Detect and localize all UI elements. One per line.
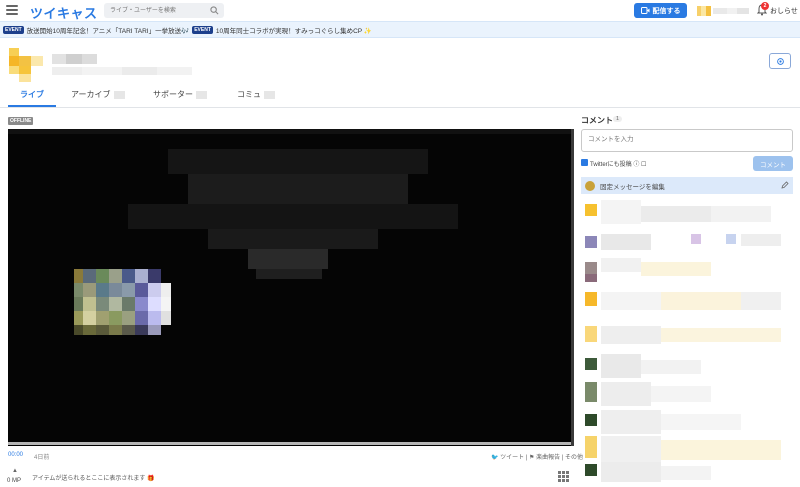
player-progress-bar[interactable] [8, 442, 571, 445]
event-tag: EVENT [3, 25, 24, 34]
site-logo[interactable]: ツイキャス [30, 3, 98, 22]
notice-link[interactable]: おしらせ [770, 6, 798, 16]
search-input[interactable] [110, 5, 206, 16]
search-box[interactable] [104, 3, 224, 18]
profile-subtitle-pixelated [52, 67, 192, 75]
tab-supporters[interactable]: サポーター [153, 89, 207, 100]
player-scrollbar[interactable] [571, 129, 574, 446]
item-grid-icon[interactable] [558, 471, 569, 482]
search-icon[interactable] [210, 6, 219, 15]
broadcast-label: 配信する [652, 7, 681, 15]
hamburger-menu-icon[interactable] [6, 5, 18, 15]
settings-button[interactable] [769, 53, 791, 69]
broadcast-date: 4日前 [34, 455, 50, 461]
comment-item-pixelated [585, 292, 781, 310]
mp-counter: 0 MP [7, 478, 22, 484]
username-pixelated [52, 54, 97, 64]
twitter-post-label: Twitterにも投稿 ⓘ ☐ [590, 162, 647, 168]
top-header: ツイキャス 配信する 2 おしらせ [0, 0, 800, 21]
pencil-icon[interactable] [781, 181, 789, 189]
avatar[interactable] [9, 48, 43, 82]
comment-item-pixelated [585, 234, 781, 250]
status-badge: OFFLINE [8, 117, 34, 125]
comment-item-pixelated [585, 326, 781, 344]
gear-icon [776, 57, 784, 65]
video-frame-pixelated [8, 129, 571, 442]
pinned-message-label: 固定メッセージを編集 [600, 183, 665, 191]
comment-count-badge: 1 [613, 116, 623, 122]
video-camera-icon [640, 7, 649, 14]
notification-badge: 2 [761, 2, 769, 10]
active-tab-indicator [8, 105, 56, 107]
mp-icon: ▲ [12, 468, 18, 474]
current-time: 00:00 [8, 452, 24, 458]
event-link[interactable]: 放送開始10周年記念！アニメ「TARI TARI」一挙放送🎶 [27, 25, 190, 35]
tab-archive[interactable]: アーカイブ [71, 89, 125, 100]
comment-item-pixelated [585, 436, 781, 462]
user-account-pixelated[interactable] [697, 6, 749, 16]
event-link[interactable]: 10周年同士コラボが実現！すみっコぐらし集めCP ✨ [216, 25, 372, 35]
tab-community[interactable]: コミュ [237, 89, 275, 100]
profile-tabs: ライブ アーカイブ サポーター コミュ [0, 84, 800, 108]
broadcast-button[interactable]: 配信する [634, 3, 687, 18]
video-player[interactable] [8, 129, 574, 446]
event-tag: EVENT [192, 25, 213, 34]
tab-live[interactable]: ライブ [20, 89, 44, 100]
comment-item-pixelated [585, 382, 711, 406]
share-links[interactable]: 🐦 ツイート | ⚑ 楽曲報告 | その他 [491, 452, 583, 461]
event-ticker: EVENT 放送開始10周年記念！アニメ「TARI TARI」一挙放送🎶 EVE… [0, 21, 800, 38]
comment-list [581, 196, 793, 487]
comment-item-pixelated [585, 462, 711, 482]
comment-submit-button[interactable]: コメント [753, 156, 793, 171]
comment-heading: コメント [581, 116, 613, 125]
pin-icon [585, 180, 595, 191]
pinned-message-bar[interactable]: 固定メッセージを編集 [581, 177, 793, 194]
comment-item-pixelated [585, 410, 741, 434]
comment-item-pixelated [585, 354, 701, 378]
item-notice: アイテムが送られるとここに表示されます 🎁 [32, 476, 155, 482]
comment-item-pixelated [585, 258, 711, 282]
comment-input[interactable] [581, 129, 793, 152]
twitter-post-checkbox[interactable] [581, 159, 588, 166]
comment-item-pixelated [585, 200, 771, 224]
